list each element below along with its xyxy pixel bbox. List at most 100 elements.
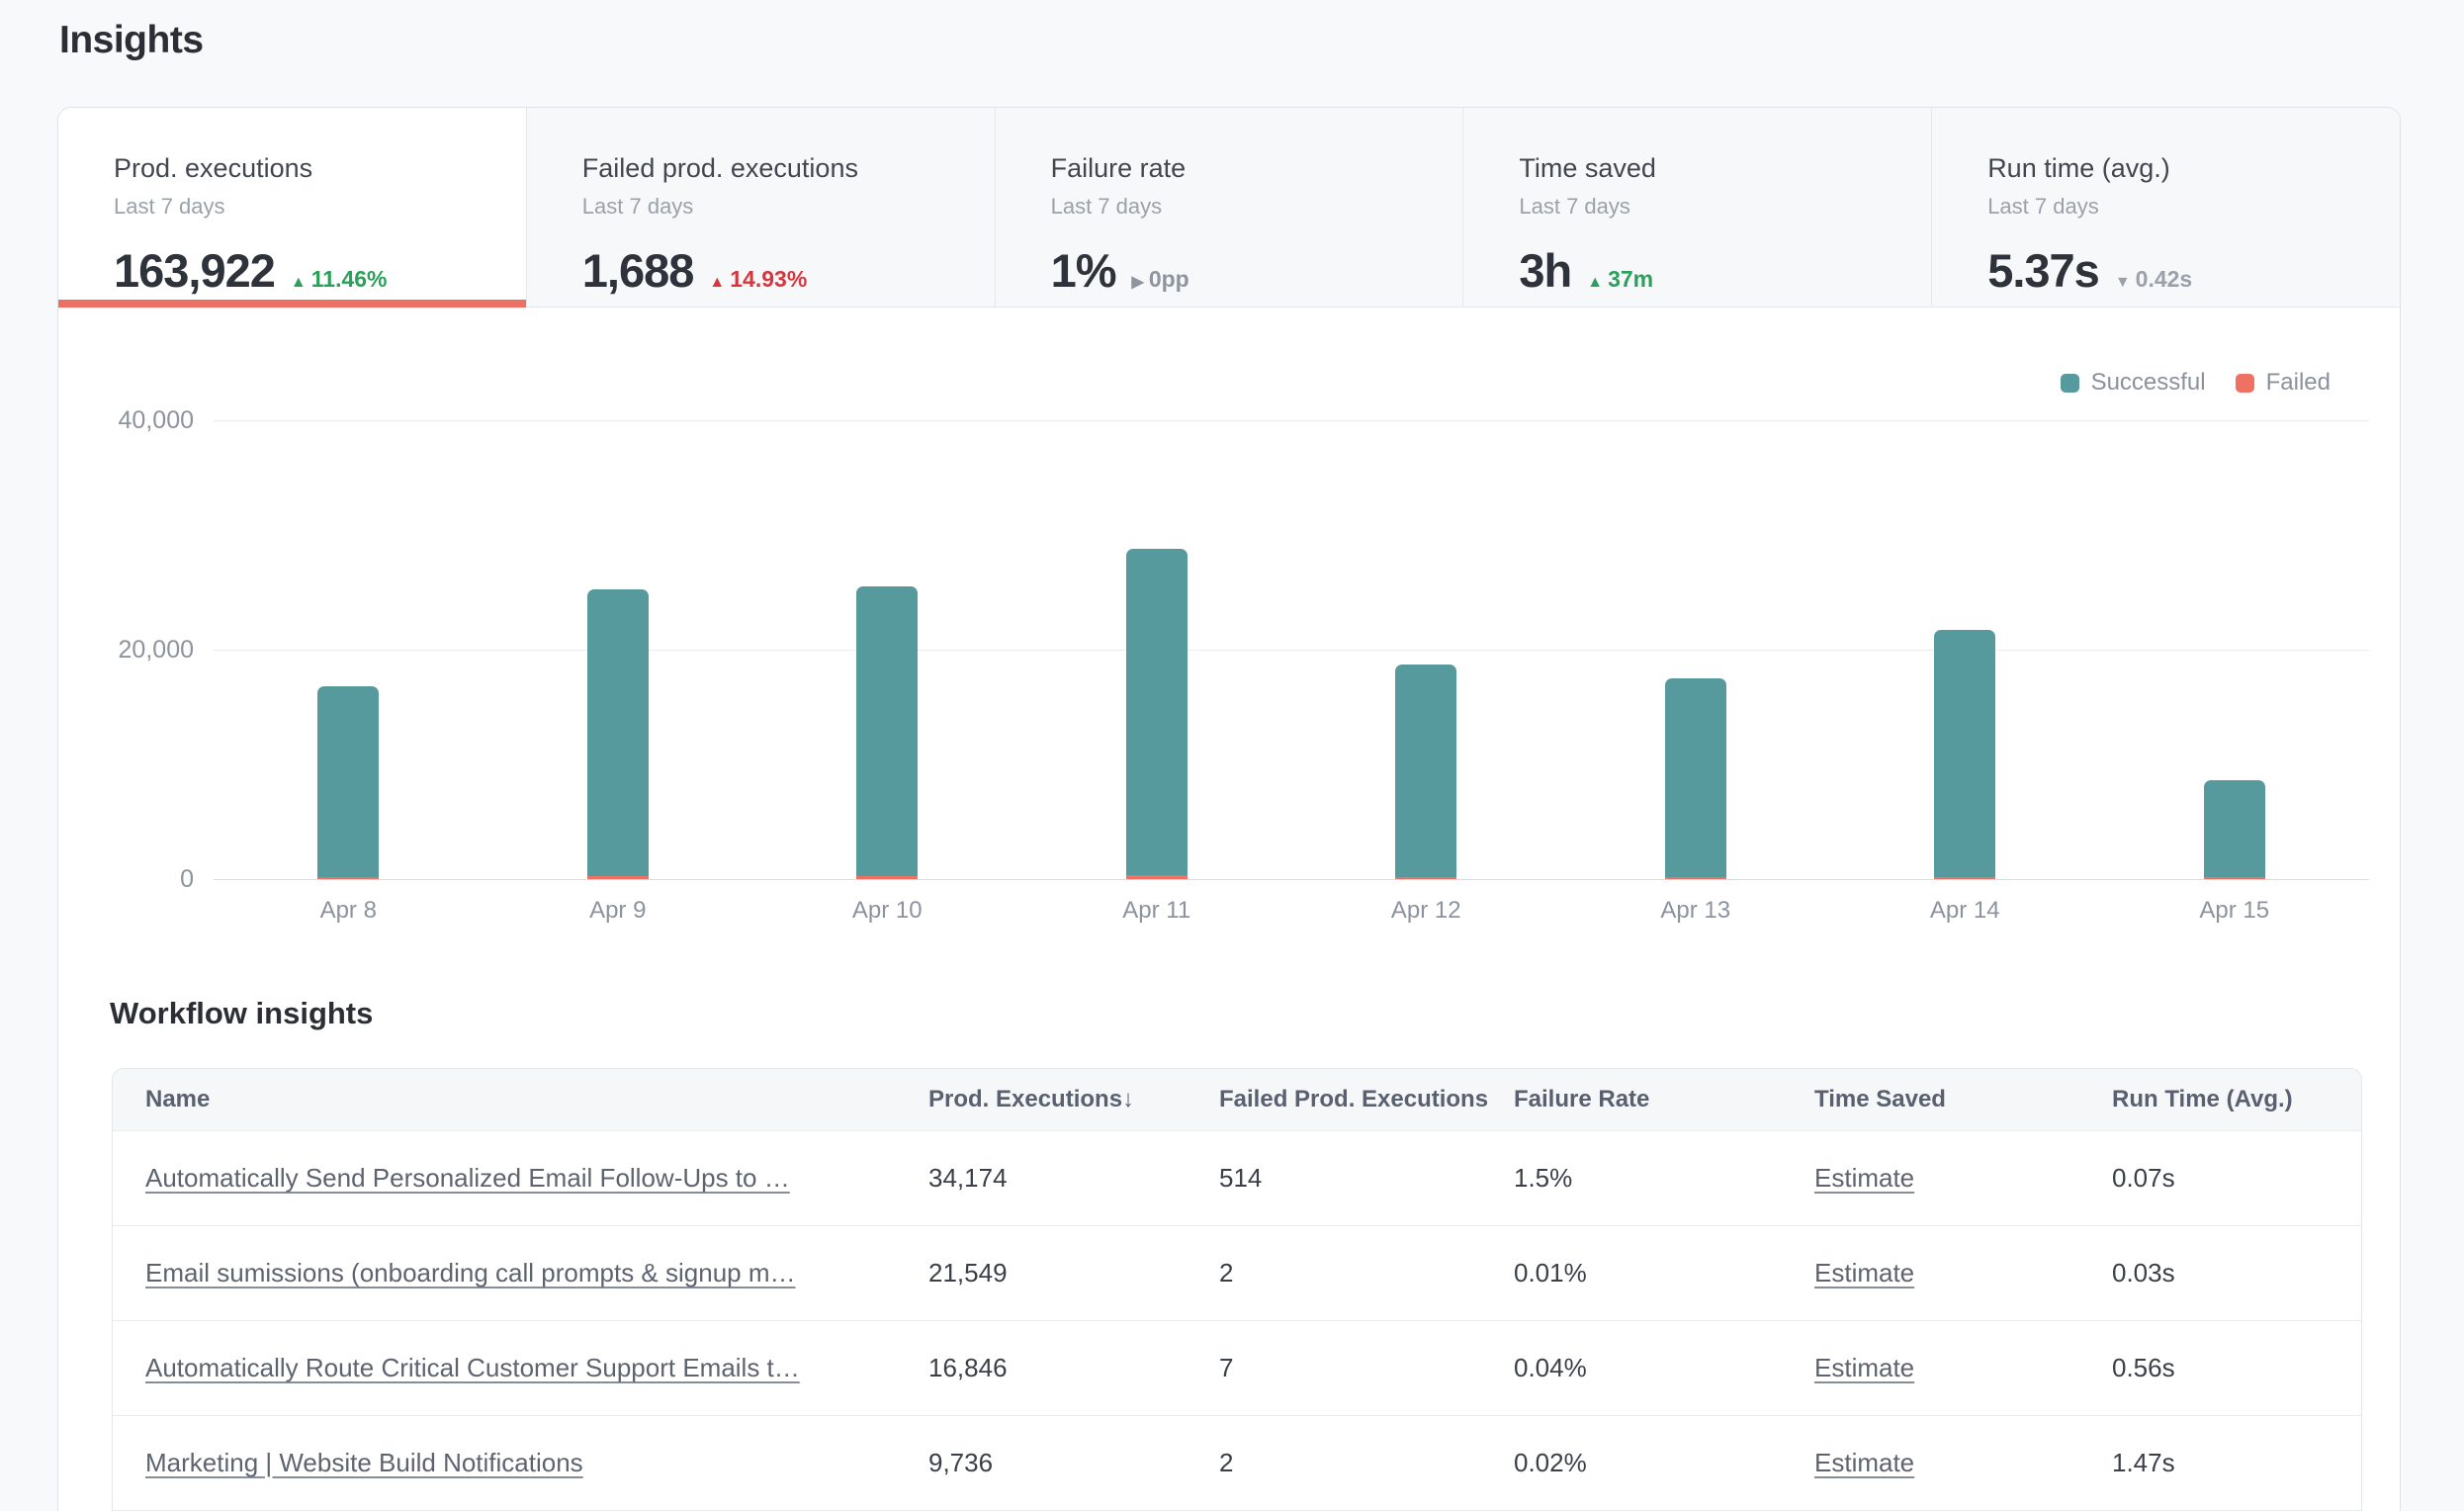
run-time-value: 0.03s xyxy=(2112,1258,2361,1289)
run-time-value: 1.47s xyxy=(2112,1448,2361,1478)
failure-rate-value: 1.5% xyxy=(1514,1163,1814,1194)
trend-flat-icon: ▶ xyxy=(1132,272,1144,292)
prod-executions-value: 16,846 xyxy=(928,1353,1219,1383)
x-axis-label: Apr 9 xyxy=(529,897,707,925)
chart-bar-apr-12 xyxy=(1395,665,1456,879)
estimate-link[interactable]: Estimate xyxy=(1814,1258,1914,1288)
metric-label: Prod. executions xyxy=(114,153,526,184)
legend-swatch-icon xyxy=(2061,374,2079,393)
metric-period: Last 7 days xyxy=(582,194,995,220)
bar-segment-failed xyxy=(1395,877,1456,879)
estimate-link[interactable]: Estimate xyxy=(1814,1163,1914,1193)
x-axis-label: Apr 15 xyxy=(2146,897,2324,925)
insights-page: Insights Prod. executions Last 7 days 16… xyxy=(0,0,2464,1511)
x-axis-label: Apr 12 xyxy=(1337,897,1515,925)
y-axis-tick-label: 0 xyxy=(58,864,194,894)
prod-executions-value: 21,549 xyxy=(928,1258,1219,1289)
table-row: Automatically Route Critical Customer Su… xyxy=(113,1320,2361,1415)
column-header-failed-prod-executions[interactable]: Failed Prod. Executions xyxy=(1219,1086,1514,1113)
chart-bar-apr-11 xyxy=(1126,549,1188,879)
insights-panel: Prod. executions Last 7 days 163,922 ▲ 1… xyxy=(57,107,2401,1511)
gridline xyxy=(214,420,2369,421)
metric-delta: 0.42s xyxy=(2136,266,2193,293)
table-row: Marketing | Website Build Notifications … xyxy=(113,1415,2361,1510)
run-time-value: 0.07s xyxy=(2112,1163,2361,1194)
table-row: Email sumissions (onboarding call prompt… xyxy=(113,1225,2361,1320)
tab-failed-prod-executions[interactable]: Failed prod. executions Last 7 days 1,68… xyxy=(527,108,996,308)
estimate-link[interactable]: Estimate xyxy=(1814,1353,1914,1382)
x-axis-label: Apr 8 xyxy=(259,897,437,925)
legend-label: Failed xyxy=(2266,369,2331,397)
legend-label: Successful xyxy=(2091,369,2206,397)
executions-bar-chart: 020,00040,000Apr 8Apr 9Apr 10Apr 11Apr 1… xyxy=(58,308,2400,965)
workflow-name-link[interactable]: Marketing | Website Build Notifications xyxy=(145,1448,583,1477)
metric-delta: 0pp xyxy=(1149,266,1189,293)
column-header-time-saved[interactable]: Time Saved xyxy=(1814,1086,2112,1113)
bar-segment-failed xyxy=(856,876,918,879)
metric-delta: 11.46% xyxy=(311,266,388,293)
workflow-name-link[interactable]: Automatically Send Personalized Email Fo… xyxy=(145,1163,790,1193)
metric-period: Last 7 days xyxy=(1519,194,1931,220)
metric-value: 1,688 xyxy=(582,243,694,298)
bar-segment-failed xyxy=(587,876,649,879)
bar-segment-successful xyxy=(1934,630,1995,877)
column-header-run-time-avg[interactable]: Run Time (Avg.) xyxy=(2112,1086,2361,1113)
x-axis-label: Apr 10 xyxy=(798,897,976,925)
metric-value: 163,922 xyxy=(114,243,275,298)
estimate-link[interactable]: Estimate xyxy=(1814,1448,1914,1477)
workflow-name-link[interactable]: Email sumissions (onboarding call prompt… xyxy=(145,1258,796,1288)
bar-segment-successful xyxy=(317,686,379,877)
tab-time-saved[interactable]: Time saved Last 7 days 3h ▲ 37m xyxy=(1463,108,1932,308)
x-axis-label: Apr 11 xyxy=(1068,897,1246,925)
trend-up-icon: ▲ xyxy=(709,274,725,292)
trend-up-icon: ▲ xyxy=(291,274,307,292)
failure-rate-value: 0.01% xyxy=(1514,1258,1814,1289)
chart-bar-apr-15 xyxy=(2204,780,2265,879)
column-header-name[interactable]: Name xyxy=(145,1086,928,1113)
chart-bar-apr-8 xyxy=(317,686,379,879)
metric-label: Failed prod. executions xyxy=(582,153,995,184)
run-time-value: 0.56s xyxy=(2112,1353,2361,1383)
metric-value: 5.37s xyxy=(1987,243,2099,298)
legend-item-successful[interactable]: Successful xyxy=(2061,369,2206,397)
table-row: Automatically Send Personalized Email Fo… xyxy=(113,1130,2361,1225)
metric-tabs: Prod. executions Last 7 days 163,922 ▲ 1… xyxy=(58,108,2400,308)
tab-run-time-avg[interactable]: Run time (avg.) Last 7 days 5.37s ▼ 0.42… xyxy=(1932,108,2400,308)
metric-delta: 37m xyxy=(1608,266,1653,293)
failure-rate-value: 0.02% xyxy=(1514,1448,1814,1478)
failed-prod-executions-value: 514 xyxy=(1219,1163,1514,1194)
bar-segment-successful xyxy=(1395,665,1456,877)
bar-segment-failed xyxy=(1934,877,1995,879)
column-header-prod-executions-sorted[interactable]: Prod. Executions↓ xyxy=(928,1086,1219,1113)
bar-segment-failed xyxy=(1665,877,1726,879)
workflow-insights-heading: Workflow insights xyxy=(110,993,2400,1034)
chart-bar-apr-10 xyxy=(856,586,918,879)
chart-legend: Successful Failed xyxy=(2061,369,2331,397)
metric-period: Last 7 days xyxy=(1051,194,1463,220)
workflow-name-link[interactable]: Automatically Route Critical Customer Su… xyxy=(145,1353,800,1382)
bar-segment-successful xyxy=(1126,549,1188,875)
metric-value: 3h xyxy=(1519,243,1571,298)
x-axis-label: Apr 14 xyxy=(1876,897,2054,925)
bar-segment-failed xyxy=(2204,877,2265,879)
tab-prod-executions[interactable]: Prod. executions Last 7 days 163,922 ▲ 1… xyxy=(58,108,527,308)
chart-bar-apr-9 xyxy=(587,589,649,879)
bar-segment-successful xyxy=(1665,678,1726,877)
legend-item-failed[interactable]: Failed xyxy=(2236,369,2331,397)
prod-executions-value: 34,174 xyxy=(928,1163,1219,1194)
column-header-failure-rate[interactable]: Failure Rate xyxy=(1514,1086,1814,1113)
bar-segment-successful xyxy=(2204,780,2265,877)
failed-prod-executions-value: 2 xyxy=(1219,1258,1514,1289)
prod-executions-value: 9,736 xyxy=(928,1448,1219,1478)
chart-bar-apr-14 xyxy=(1934,630,1995,879)
y-axis-tick-label: 20,000 xyxy=(58,635,194,665)
metric-label: Time saved xyxy=(1519,153,1931,184)
bar-segment-successful xyxy=(856,586,918,876)
metric-period: Last 7 days xyxy=(114,194,526,220)
workflow-insights-table: Name Prod. Executions↓ Failed Prod. Exec… xyxy=(112,1068,2362,1511)
failed-prod-executions-value: 2 xyxy=(1219,1448,1514,1478)
metric-period: Last 7 days xyxy=(1987,194,2400,220)
metric-label: Run time (avg.) xyxy=(1987,153,2400,184)
tab-failure-rate[interactable]: Failure rate Last 7 days 1% ▶ 0pp xyxy=(996,108,1464,308)
metric-value: 1% xyxy=(1051,243,1116,298)
